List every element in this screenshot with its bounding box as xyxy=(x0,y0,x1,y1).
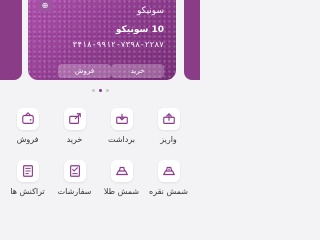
action-buy[interactable]: خرید xyxy=(53,102,96,148)
previous-card-peek[interactable] xyxy=(0,0,22,80)
action-orders[interactable]: سفارشات xyxy=(53,154,96,200)
card-sell-button[interactable]: فروش xyxy=(58,64,111,78)
card-action-buttons: فروش خرید xyxy=(58,64,164,78)
carousel-dot[interactable] xyxy=(91,89,95,92)
actions-grid: فروش خرید برداشت واریز تراکنش ها سفارشات xyxy=(6,102,194,200)
orders-icon xyxy=(63,160,86,182)
gold-bar-icon xyxy=(110,160,133,182)
deposit-icon xyxy=(157,108,180,130)
card-badge-icon[interactable]: ⊕ xyxy=(38,0,52,12)
withdraw-icon xyxy=(110,108,133,130)
carousel-dot-active[interactable] xyxy=(98,89,102,92)
action-gold-bar[interactable]: شمش طلا xyxy=(100,154,143,200)
action-deposit[interactable]: واریز xyxy=(147,102,190,148)
next-card-peek[interactable] xyxy=(184,0,200,80)
card-carousel[interactable]: ⊕ سونیکو 10 سونیکو ۳۴۱۸-۹۹۱۲-۷۳۹۸-۲۲۸۷ ف… xyxy=(0,0,200,86)
action-transactions[interactable]: تراکنش ها xyxy=(6,154,49,200)
action-silver-bar[interactable]: شمش نقره xyxy=(147,154,190,200)
action-sell[interactable]: فروش xyxy=(6,102,49,148)
transactions-icon xyxy=(16,160,39,182)
carousel-dot[interactable] xyxy=(105,89,109,92)
card-asset-name: سونیکو xyxy=(136,6,164,16)
silver-bar-icon xyxy=(157,160,180,182)
action-withdraw[interactable]: برداشت xyxy=(100,102,143,148)
carousel-indicator xyxy=(0,89,200,95)
wallet-card[interactable]: ⊕ سونیکو 10 سونیکو ۳۴۱۸-۹۹۱۲-۷۳۹۸-۲۲۸۷ ف… xyxy=(28,0,176,80)
buy-icon xyxy=(63,108,86,130)
card-buy-button[interactable]: خرید xyxy=(111,64,164,78)
card-balance: 10 سونیکو xyxy=(115,25,164,35)
sell-icon xyxy=(16,108,39,130)
card-number: ۳۴۱۸-۹۹۱۲-۷۳۹۸-۲۲۸۷ xyxy=(72,40,164,49)
